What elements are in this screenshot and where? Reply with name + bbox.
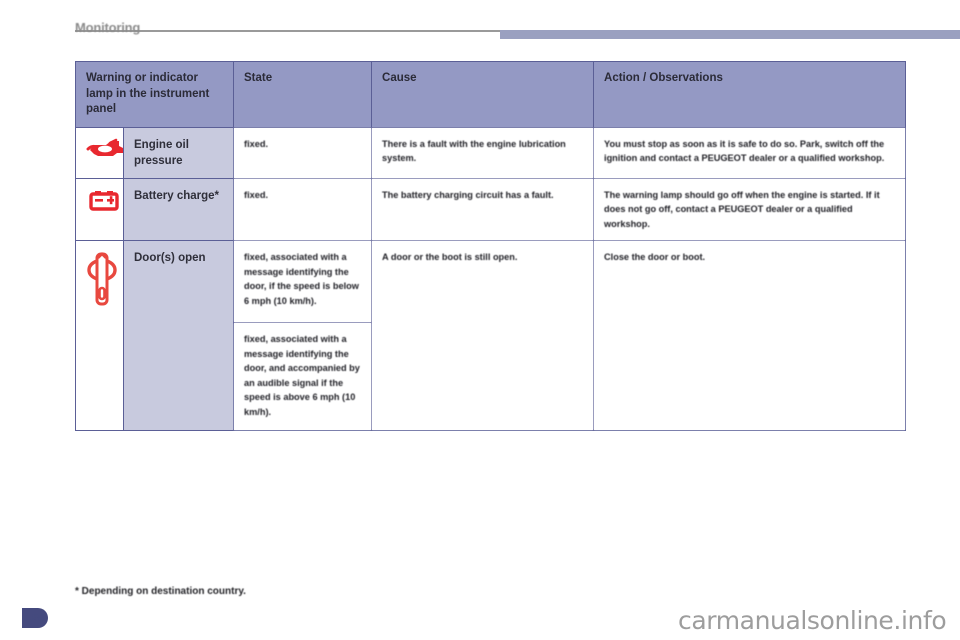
state-text: fixed, associated with a message identif… — [233, 240, 373, 324]
table-row: Engine oil pressure fixed. There is a fa… — [75, 126, 907, 179]
table-body: Engine oil pressure fixed. There is a fa… — [75, 126, 907, 432]
table-header-row: Warning or indicator lamp in the instrum… — [74, 61, 907, 128]
warning-lamp-table: Warning or indicator lamp in the instrum… — [74, 61, 907, 432]
header-rule-right — [500, 30, 960, 39]
column-header-action: Action / Observations — [593, 61, 907, 128]
chapter-title: Monitoring — [75, 20, 141, 35]
action-text: You must stop as soon as it is safe to d… — [593, 126, 907, 179]
action-text: Close the door or boot. — [593, 240, 907, 432]
lamp-name: Battery charge* — [122, 177, 235, 242]
footnote: * Depending on destination country. — [75, 586, 246, 597]
column-header-lamp: Warning or indicator lamp in the instrum… — [74, 61, 235, 128]
table-row: Battery charge* fixed. The battery charg… — [75, 177, 907, 242]
battery-charge-icon-cell — [75, 177, 124, 242]
battery-charge-icon — [89, 190, 119, 211]
state-text: fixed, associated with a message identif… — [233, 322, 373, 432]
table-row: Door(s) open fixed, associated with a me… — [75, 240, 907, 432]
cause-text: The battery charging circuit has a fault… — [371, 177, 595, 242]
engine-oil-pressure-icon — [86, 138, 123, 156]
action-text: The warning lamp should go off when the … — [593, 177, 907, 242]
state-text: fixed. — [233, 177, 373, 242]
cause-text: There is a fault with the engine lubrica… — [371, 126, 595, 179]
state-text: fixed. — [233, 126, 373, 179]
cause-text: A door or the boot is still open. — [371, 240, 595, 432]
lamp-name: Engine oil pressure — [122, 126, 235, 179]
page-number: 150 — [22, 608, 48, 628]
table-header: Warning or indicator lamp in the instrum… — [74, 61, 907, 128]
column-header-cause: Cause — [371, 61, 595, 128]
lamp-name: Door(s) open — [122, 240, 235, 432]
engine-oil-pressure-icon-cell — [75, 126, 124, 179]
page-header-band — [0, 30, 960, 39]
doors-open-icon-cell — [75, 240, 124, 432]
column-header-state: State — [233, 61, 373, 128]
watermark: carmanualsonline.info — [678, 606, 947, 635]
doors-open-icon — [87, 252, 117, 306]
